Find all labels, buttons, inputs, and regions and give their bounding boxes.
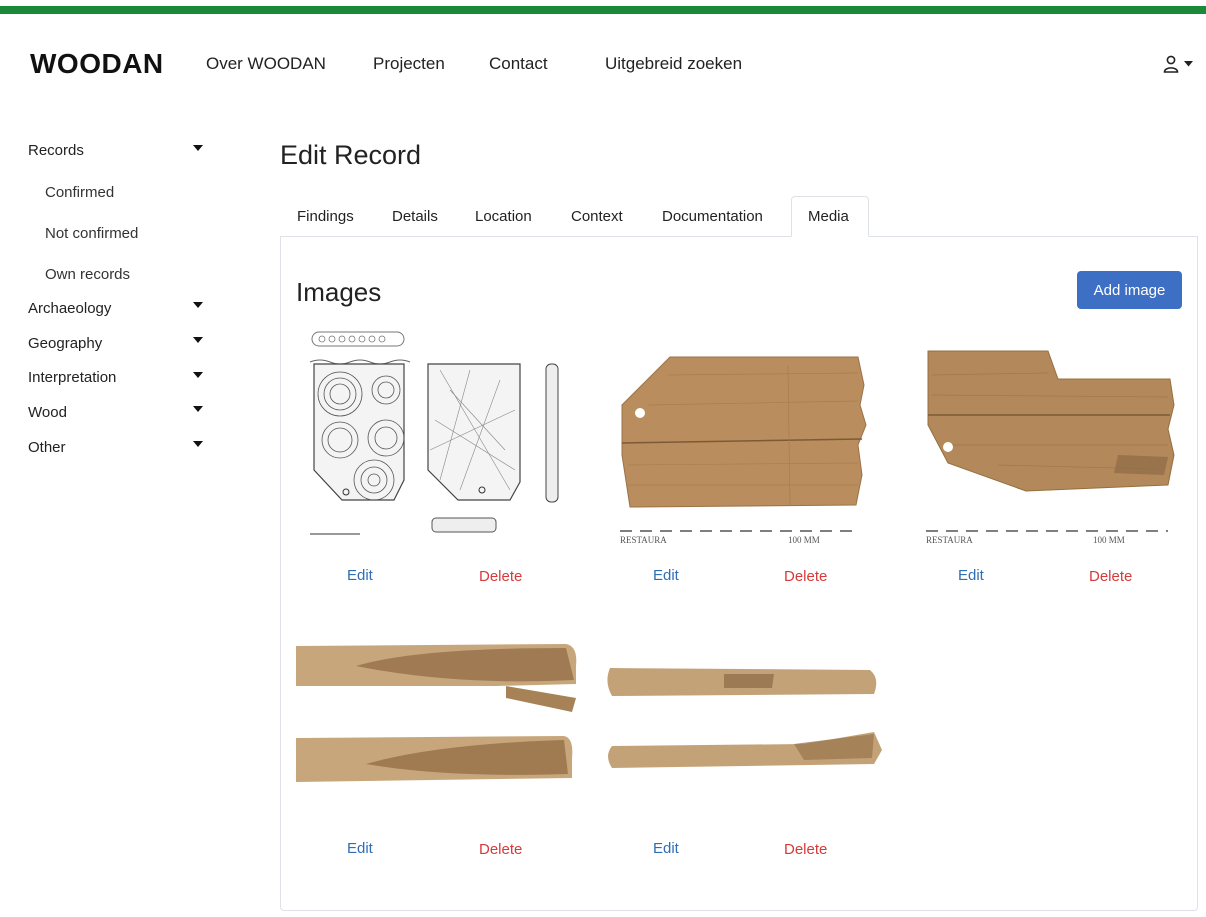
tab-context[interactable]: Context — [571, 208, 623, 225]
nav-over-woodan[interactable]: Over WOODAN — [206, 54, 326, 74]
tab-media[interactable]: Media — [808, 208, 849, 225]
image-thumbnail-drawing[interactable] — [300, 330, 570, 550]
sidebar-item-own-records[interactable]: Own records — [45, 266, 130, 283]
sidebar-item-interpretation[interactable]: Interpretation — [28, 369, 116, 386]
page-title: Edit Record — [280, 140, 422, 170]
sidebar-item-confirmed[interactable]: Confirmed — [45, 184, 114, 201]
tab-documentation[interactable]: Documentation — [662, 208, 763, 225]
sidebar-item-archaeology[interactable]: Archaeology — [28, 300, 111, 317]
sidebar-item-geography[interactable]: Geography — [28, 335, 102, 352]
sidebar-item-not-confirmed[interactable]: Not confirmed — [45, 225, 138, 242]
delete-link[interactable]: Delete — [784, 841, 827, 858]
nav-projecten[interactable]: Projecten — [373, 54, 445, 74]
caret-down-icon[interactable] — [193, 145, 203, 151]
chevron-down-icon — [1184, 61, 1193, 67]
nav-uitgebreid-zoeken[interactable]: Uitgebreid zoeken — [605, 54, 742, 74]
image-thumbnail-stick-top[interactable] — [604, 660, 888, 780]
scale-bar: RESTAURA 100 MM — [620, 530, 858, 545]
caret-down-icon[interactable] — [193, 406, 203, 412]
tab-location[interactable]: Location — [475, 208, 532, 225]
tab-details[interactable]: Details — [392, 208, 438, 225]
scale-bar: RESTAURA 100 MM — [926, 530, 1168, 545]
delete-link[interactable]: Delete — [479, 568, 522, 585]
delete-link[interactable]: Delete — [784, 568, 827, 585]
edit-link[interactable]: Edit — [347, 840, 373, 857]
sidebar-item-other[interactable]: Other — [28, 439, 66, 456]
images-heading: Images — [296, 277, 382, 307]
add-image-button[interactable]: Add image — [1077, 271, 1182, 309]
image-thumbnail-wood-front[interactable]: RESTAURA 100 MM — [608, 345, 888, 550]
tab-findings[interactable]: Findings — [297, 208, 354, 225]
nav-contact[interactable]: Contact — [489, 54, 548, 74]
caret-down-icon[interactable] — [193, 441, 203, 447]
scale-label: RESTAURA — [926, 535, 973, 545]
top-margin — [0, 0, 1206, 6]
caret-down-icon[interactable] — [193, 302, 203, 308]
edit-link[interactable]: Edit — [958, 567, 984, 584]
scale-label: RESTAURA — [620, 535, 667, 545]
delete-link[interactable]: Delete — [479, 841, 522, 858]
delete-link[interactable]: Delete — [1089, 568, 1132, 585]
user-icon — [1163, 55, 1179, 73]
scale-mm: 100 MM — [788, 535, 820, 545]
edit-link[interactable]: Edit — [347, 567, 373, 584]
caret-down-icon[interactable] — [193, 337, 203, 343]
brand-logo[interactable]: WOODAN — [30, 48, 164, 80]
caret-down-icon[interactable] — [193, 372, 203, 378]
sidebar-item-wood[interactable]: Wood — [28, 404, 67, 421]
edit-link[interactable]: Edit — [653, 567, 679, 584]
user-menu-button[interactable] — [1163, 54, 1199, 74]
sidebar-item-records[interactable]: Records — [28, 142, 84, 159]
image-thumbnail-wood-back[interactable]: RESTAURA 100 MM — [918, 345, 1198, 550]
edit-link[interactable]: Edit — [653, 840, 679, 857]
scale-mm: 100 MM — [1093, 535, 1125, 545]
image-thumbnail-stick-side[interactable] — [296, 640, 586, 800]
